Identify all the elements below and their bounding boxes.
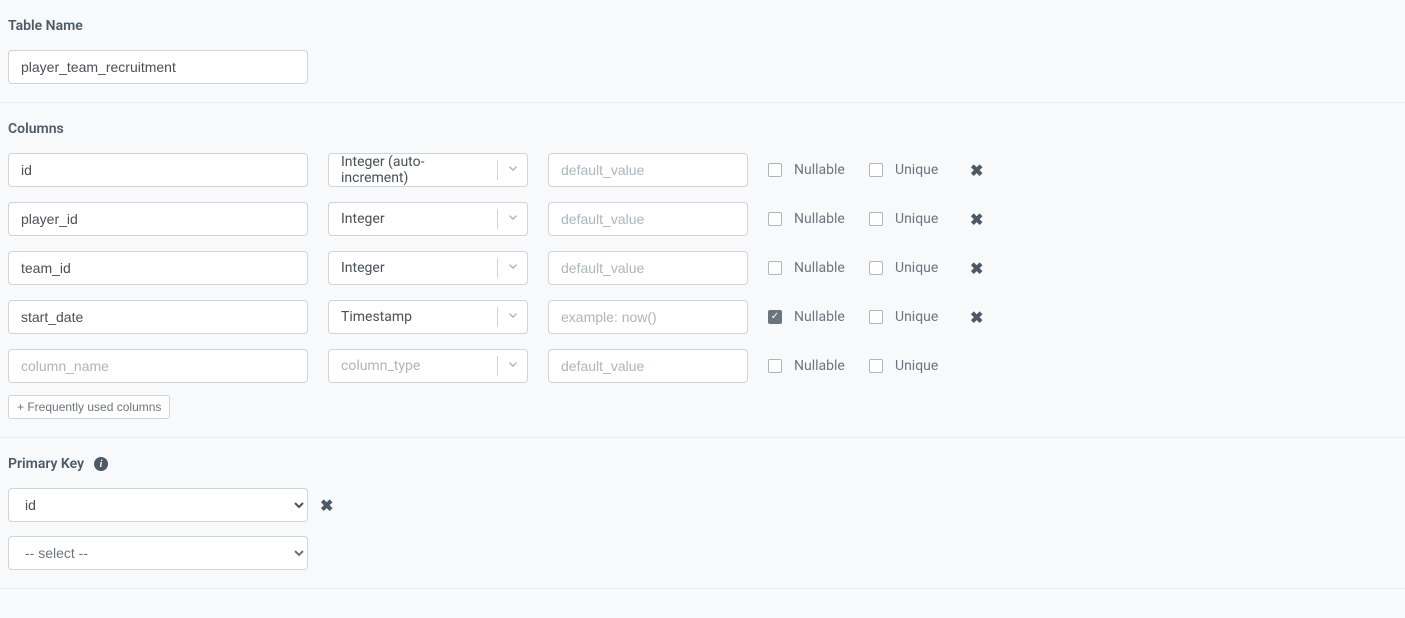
column-row: Timestamp Nullable Unique ✖: [8, 300, 1397, 334]
nullable-group: Nullable: [768, 211, 849, 227]
column-name-input[interactable]: [8, 349, 308, 383]
primary-key-title: Primary Key i: [8, 456, 1397, 472]
column-name-input[interactable]: [8, 153, 308, 187]
unique-label: Unique: [895, 162, 950, 178]
column-type-select[interactable]: Integer: [328, 202, 528, 236]
remove-column-icon[interactable]: ✖: [970, 161, 983, 180]
unique-label: Unique: [895, 309, 950, 325]
unique-label: Unique: [895, 211, 950, 227]
column-type-select-wrap: Integer (auto-increment): [328, 153, 528, 187]
column-row: column_type Nullable Unique: [8, 349, 1397, 383]
unique-checkbox[interactable]: [869, 212, 883, 226]
unique-group: Unique: [869, 162, 950, 178]
primary-key-select[interactable]: -- select --: [8, 536, 308, 570]
column-type-select-wrap: Timestamp: [328, 300, 528, 334]
frequently-used-columns-button[interactable]: + Frequently used columns: [8, 395, 170, 419]
column-name-input[interactable]: [8, 202, 308, 236]
primary-key-row: -- select --: [8, 536, 1397, 570]
table-name-section: Table Name: [0, 0, 1405, 103]
select-separator: [497, 307, 498, 327]
unique-label: Unique: [895, 260, 950, 276]
primary-key-row: id ✖: [8, 488, 1397, 522]
remove-column-icon[interactable]: ✖: [970, 210, 983, 229]
table-name-input[interactable]: [8, 50, 308, 84]
column-type-select[interactable]: Integer: [328, 251, 528, 285]
unique-group: Unique: [869, 309, 950, 325]
column-type-select[interactable]: Integer (auto-increment): [328, 153, 528, 187]
select-separator: [497, 209, 498, 229]
unique-group: Unique: [869, 211, 950, 227]
nullable-label: Nullable: [794, 358, 849, 374]
nullable-label: Nullable: [794, 309, 849, 325]
select-separator: [497, 356, 498, 376]
remove-column-icon[interactable]: ✖: [970, 308, 983, 327]
unique-label: Unique: [895, 358, 950, 374]
unique-checkbox[interactable]: [869, 310, 883, 324]
nullable-group: Nullable: [768, 309, 849, 325]
nullable-label: Nullable: [794, 211, 849, 227]
columns-title: Columns: [8, 121, 1397, 137]
columns-section: Columns Integer (auto-increment) Nullable…: [0, 103, 1405, 438]
nullable-label: Nullable: [794, 162, 849, 178]
column-type-select-wrap: Integer: [328, 202, 528, 236]
primary-key-section: Primary Key i id ✖ -- select --: [0, 438, 1405, 589]
column-default-input[interactable]: [548, 300, 748, 334]
column-row: Integer Nullable Unique ✖: [8, 251, 1397, 285]
unique-group: Unique: [869, 260, 950, 276]
remove-primary-key-icon[interactable]: ✖: [320, 496, 333, 515]
info-icon: i: [94, 457, 108, 471]
column-default-input[interactable]: [548, 251, 748, 285]
unique-group: Unique: [869, 358, 950, 374]
nullable-group: Nullable: [768, 358, 849, 374]
column-default-input[interactable]: [548, 153, 748, 187]
nullable-group: Nullable: [768, 260, 849, 276]
column-row: Integer (auto-increment) Nullable Unique ✖: [8, 153, 1397, 187]
nullable-checkbox[interactable]: [768, 310, 782, 324]
nullable-checkbox[interactable]: [768, 359, 782, 373]
column-default-input[interactable]: [548, 202, 748, 236]
columns-rows-container: Integer (auto-increment)NullableUnique✖I…: [8, 153, 1397, 383]
primary-key-title-text: Primary Key: [8, 456, 84, 472]
column-name-input[interactable]: [8, 300, 308, 334]
column-row: Integer Nullable Unique ✖: [8, 202, 1397, 236]
nullable-label: Nullable: [794, 260, 849, 276]
remove-column-icon[interactable]: ✖: [970, 259, 983, 278]
primary-key-rows-container: id ✖ -- select --: [8, 488, 1397, 570]
primary-key-select[interactable]: id: [8, 488, 308, 522]
column-type-select-wrap: column_type: [328, 349, 528, 383]
column-default-input[interactable]: [548, 349, 748, 383]
nullable-checkbox[interactable]: [768, 261, 782, 275]
column-type-select[interactable]: Timestamp: [328, 300, 528, 334]
table-name-title: Table Name: [8, 18, 1397, 34]
unique-checkbox[interactable]: [869, 359, 883, 373]
nullable-checkbox[interactable]: [768, 163, 782, 177]
column-type-select[interactable]: column_type: [328, 349, 528, 383]
unique-checkbox[interactable]: [869, 261, 883, 275]
nullable-group: Nullable: [768, 162, 849, 178]
nullable-checkbox[interactable]: [768, 212, 782, 226]
column-type-select-wrap: Integer: [328, 251, 528, 285]
select-separator: [497, 160, 498, 180]
column-name-input[interactable]: [8, 251, 308, 285]
select-separator: [497, 258, 498, 278]
unique-checkbox[interactable]: [869, 163, 883, 177]
